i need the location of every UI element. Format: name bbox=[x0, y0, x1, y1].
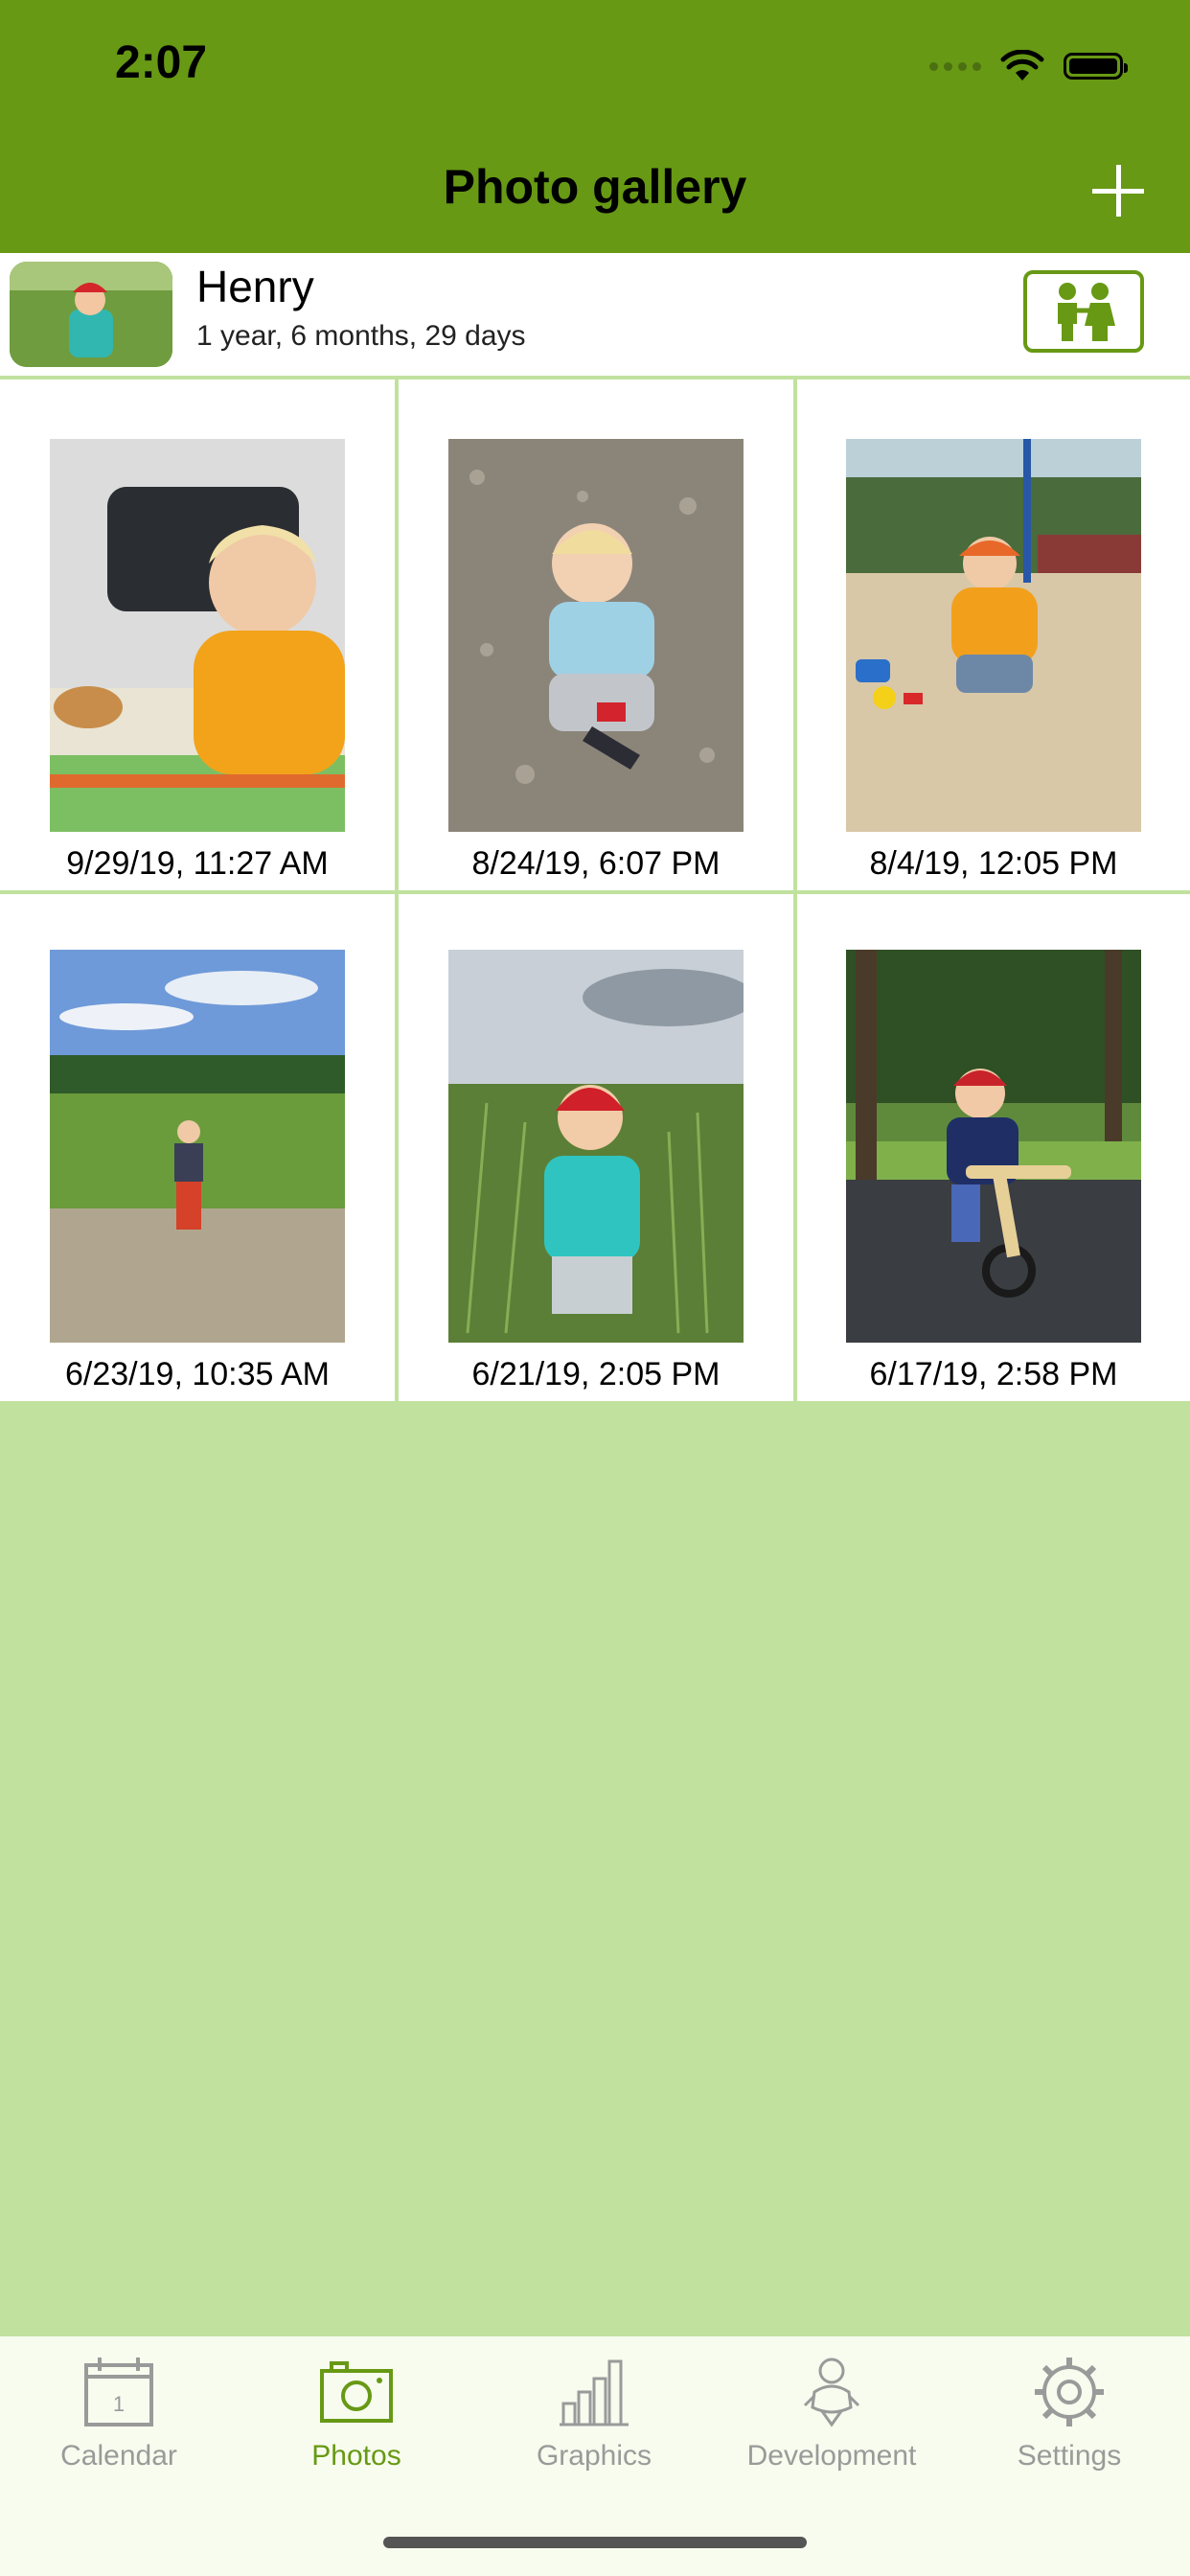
photo-thumbnail[interactable] bbox=[448, 439, 744, 832]
child-age: 1 year, 6 months, 29 days bbox=[196, 320, 526, 352]
photo-thumbnail[interactable] bbox=[846, 950, 1141, 1343]
switch-child-button[interactable] bbox=[1023, 270, 1144, 353]
photo-tile[interactable]: 8/4/19, 12:05 PM bbox=[797, 380, 1190, 890]
tab-graphics[interactable]: Graphics bbox=[475, 2336, 713, 2490]
baby-icon bbox=[803, 2358, 860, 2427]
photo-tile[interactable]: 6/17/19, 2:58 PM bbox=[797, 890, 1190, 1401]
calendar-icon-day: 1 bbox=[113, 2392, 125, 2416]
wifi-icon bbox=[1000, 50, 1044, 80]
tab-label: Photos bbox=[311, 2440, 401, 2472]
camera-icon bbox=[320, 2361, 393, 2423]
gear-icon bbox=[1035, 2358, 1104, 2426]
signal-icon bbox=[929, 61, 981, 71]
tab-label: Development bbox=[746, 2440, 917, 2472]
photo-timestamp: 6/23/19, 10:35 AM bbox=[65, 1356, 330, 1392]
tab-development[interactable]: Development bbox=[713, 2336, 950, 2490]
photo-thumbnail[interactable] bbox=[50, 439, 345, 832]
home-indicator[interactable] bbox=[383, 2537, 807, 2548]
tab-calendar[interactable]: 1 Calendar bbox=[0, 2336, 238, 2490]
photo-thumbnail[interactable] bbox=[50, 950, 345, 1343]
photo-thumbnail[interactable] bbox=[846, 439, 1141, 832]
navigation-header: 2:07 Photo gallery bbox=[0, 0, 1190, 253]
add-photo-button[interactable] bbox=[1081, 153, 1156, 228]
tab-settings[interactable]: Settings bbox=[950, 2336, 1188, 2490]
page-title: Photo gallery bbox=[443, 160, 747, 214]
child-profile-row[interactable]: Henry 1 year, 6 months, 29 days bbox=[0, 253, 1190, 380]
photo-tile[interactable]: 6/23/19, 10:35 AM bbox=[0, 890, 395, 1401]
photo-thumbnail[interactable] bbox=[448, 950, 744, 1343]
tab-photos[interactable]: Photos bbox=[238, 2336, 475, 2490]
photo-timestamp: 9/29/19, 11:27 AM bbox=[66, 845, 329, 882]
photo-grid: 9/29/19, 11:27 AM 8/24/19, 6:07 PM 8/4/1… bbox=[0, 380, 1190, 1401]
status-time: 2:07 bbox=[115, 37, 208, 88]
calendar-icon: 1 bbox=[84, 2358, 153, 2426]
battery-icon bbox=[1064, 53, 1128, 80]
photo-tile[interactable]: 9/29/19, 11:27 AM bbox=[0, 380, 395, 890]
child-avatar bbox=[10, 262, 172, 367]
photo-timestamp: 6/21/19, 2:05 PM bbox=[471, 1356, 721, 1392]
tab-label: Graphics bbox=[536, 2440, 652, 2472]
tab-label: Calendar bbox=[60, 2440, 177, 2472]
child-name: Henry bbox=[196, 262, 314, 311]
photo-timestamp: 6/17/19, 2:58 PM bbox=[869, 1356, 1118, 1392]
photo-tile[interactable]: 8/24/19, 6:07 PM bbox=[399, 380, 793, 890]
photo-timestamp: 8/24/19, 6:07 PM bbox=[471, 845, 721, 882]
children-icon bbox=[1058, 283, 1115, 341]
photo-timestamp: 8/4/19, 12:05 PM bbox=[869, 845, 1118, 882]
bar-chart-icon bbox=[560, 2359, 629, 2426]
photo-tile[interactable]: 6/21/19, 2:05 PM bbox=[399, 890, 793, 1401]
tab-label: Settings bbox=[1017, 2440, 1122, 2472]
status-indicators bbox=[929, 42, 1128, 90]
